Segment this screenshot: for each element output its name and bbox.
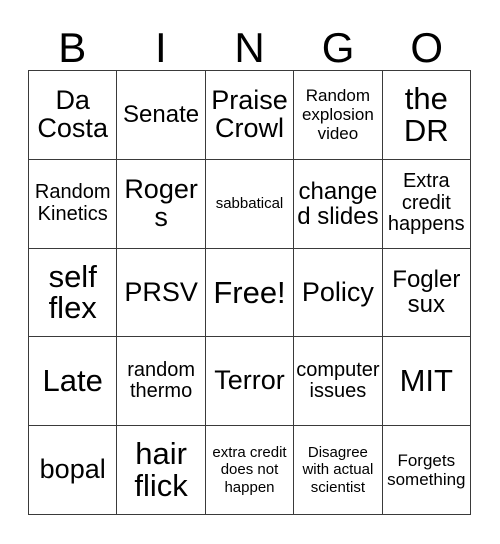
bingo-cell-label: extra credit does not happen — [212, 443, 287, 496]
bingo-cell[interactable]: Forgets something — [382, 426, 471, 515]
bingo-cell-label: random thermo — [127, 358, 195, 403]
bingo-cell-label: Free! — [213, 274, 286, 310]
bingo-cell[interactable]: the DR — [382, 71, 471, 160]
bingo-cell[interactable]: Terror — [205, 337, 295, 427]
bingo-cell[interactable]: Senate — [117, 71, 206, 160]
bingo-cell-label: hair flick — [134, 436, 188, 504]
bingo-cell[interactable]: hair flick — [117, 426, 206, 515]
bingo-cell-label: Da Costa — [37, 85, 108, 143]
bingo-cell-label: Fogler sux — [392, 266, 461, 319]
bingo-cell[interactable]: Praise Crowl — [205, 71, 295, 160]
bingo-cell[interactable]: Late — [29, 337, 118, 427]
bingo-cell[interactable]: PRSV — [117, 248, 206, 338]
bingo-header-row: B I N G O — [28, 18, 471, 70]
bingo-cell-label: Disagree with actual scientist — [302, 443, 374, 496]
bingo-grid: Da Costa Senate Praise Crowl Random explosi… — [28, 70, 471, 515]
bingo-cell-label: PRSV — [124, 276, 198, 307]
bingo-cell-label: Random explosion video — [301, 86, 374, 144]
bingo-cell[interactable]: Da Costa — [29, 71, 118, 160]
header-letter-b: B — [58, 24, 87, 71]
header-letter-i: I — [155, 24, 167, 71]
bingo-cell[interactable]: Fogler sux — [382, 248, 471, 338]
bingo-cell[interactable]: Disagree with actual scientist — [294, 426, 383, 515]
bingo-cell-label: self flex — [48, 258, 97, 326]
bingo-cell-label: Senate — [123, 101, 200, 129]
bingo-cell[interactable]: random thermo — [117, 337, 206, 427]
bingo-cell[interactable]: Random explosion video — [294, 71, 383, 160]
bingo-cell-label: Policy — [301, 276, 374, 307]
header-letter-g: G — [321, 24, 355, 71]
bingo-cell-label: computer issues — [296, 358, 380, 403]
bingo-cell-label: Random Kinetics — [34, 181, 111, 225]
bingo-cell-label: the DR — [403, 81, 449, 148]
bingo-cell-label: Praise Crowl — [211, 85, 288, 143]
bingo-cell-label: Terror — [214, 365, 285, 396]
bingo-cell-label: bopal — [39, 454, 106, 485]
bingo-cell[interactable]: bopal — [29, 426, 118, 515]
bingo-cell[interactable]: Extra credit happens — [382, 159, 471, 249]
bingo-cell-label: Extra credit happens — [387, 170, 465, 236]
bingo-cell[interactable]: Policy — [294, 248, 383, 338]
bingo-card: B I N G O Da Costa Senate Praise Crowl Rand… — [0, 0, 500, 544]
header-letter-o: O — [410, 24, 443, 71]
bingo-cell[interactable]: computer issues — [294, 337, 383, 427]
header-letter-n: N — [234, 24, 265, 71]
bingo-cell[interactable]: Rogers — [117, 159, 206, 249]
bingo-cell[interactable]: self flex — [29, 248, 118, 338]
bingo-cell[interactable]: changed slides — [294, 159, 383, 249]
bingo-cell[interactable]: Free! — [205, 248, 295, 338]
bingo-cell-label: MIT — [399, 363, 453, 399]
bingo-cell-label: Forgets something — [387, 451, 466, 490]
bingo-cell-label: Rogers — [124, 173, 198, 232]
bingo-cell[interactable]: MIT — [382, 337, 471, 427]
bingo-cell[interactable]: sabbatical — [205, 159, 295, 249]
bingo-cell[interactable]: extra credit does not happen — [205, 426, 295, 515]
bingo-cell-label: sabbatical — [215, 194, 284, 212]
bingo-cell[interactable]: Random Kinetics — [29, 159, 118, 249]
bingo-cell-label: Late — [42, 363, 103, 399]
bingo-cell-label: changed slides — [297, 177, 379, 230]
